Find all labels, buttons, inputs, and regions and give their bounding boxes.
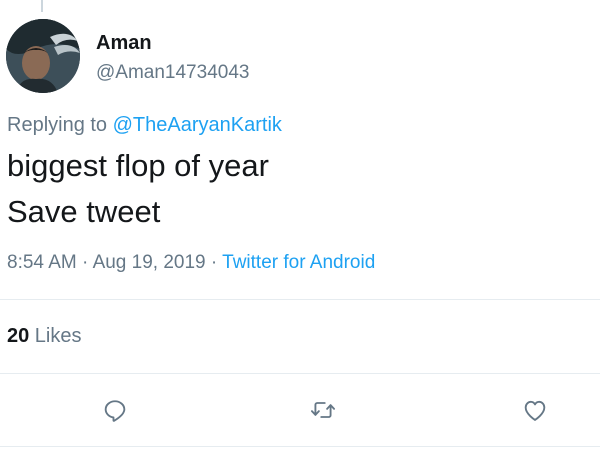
retweet-icon <box>310 402 336 418</box>
tweet-line: biggest flop of year <box>7 148 269 183</box>
tweet-time[interactable]: 8:54 AM <box>7 252 77 273</box>
author-name[interactable]: Aman <box>96 32 152 55</box>
tweet-source-link[interactable]: Twitter for Android <box>222 252 375 273</box>
tweet-text: biggest flop of year Save tweet <box>7 143 269 235</box>
reply-icon <box>104 400 126 422</box>
tweet-line: Save tweet <box>7 194 161 229</box>
author-handle[interactable]: @Aman14734043 <box>96 62 249 84</box>
retweet-button[interactable] <box>309 396 337 424</box>
divider <box>0 299 600 300</box>
divider <box>0 446 600 447</box>
reply-button[interactable] <box>101 396 129 424</box>
reply-mention-link[interactable]: @TheAaryanKartik <box>113 114 282 136</box>
tweet-date[interactable]: Aug 19, 2019 <box>93 252 206 273</box>
divider <box>0 373 600 374</box>
avatar[interactable] <box>6 19 80 93</box>
like-button[interactable] <box>521 396 549 424</box>
replying-prefix: Replying to <box>7 114 113 136</box>
likes-stat[interactable]: 20 Likes <box>7 325 82 348</box>
likes-label: Likes <box>29 325 82 347</box>
tweet-meta: 8:54 AM · Aug 19, 2019 · Twitter for And… <box>7 252 375 274</box>
meta-separator: · <box>76 252 93 273</box>
thread-line <box>41 0 43 12</box>
avatar-image <box>6 19 80 93</box>
likes-count: 20 <box>7 325 30 347</box>
heart-icon <box>524 400 546 421</box>
replying-to: Replying to @TheAaryanKartik <box>7 114 282 137</box>
meta-separator: · <box>205 252 223 273</box>
